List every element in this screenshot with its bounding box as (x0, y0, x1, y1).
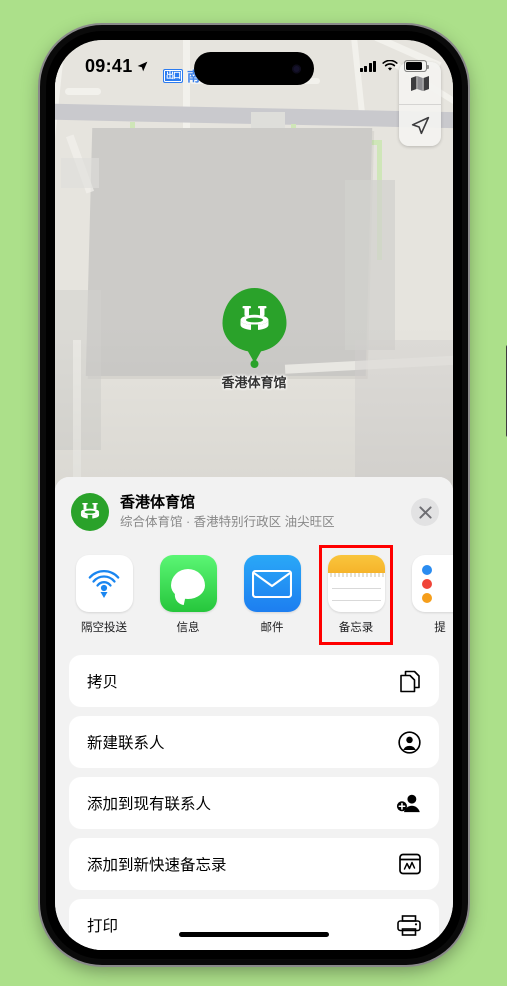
action-group: 添加到现有联系人 (69, 777, 439, 829)
share-target-messages[interactable]: 信息 (157, 551, 219, 639)
phone-frame: 出口 南口 香港体 (40, 25, 507, 965)
share-sheet: 香港体育馆 综合体育馆 · 香港特别行政区 油尖旺区 隔空投送 信息 邮件 备忘… (55, 477, 453, 950)
share-target-label: 信息 (176, 622, 200, 634)
share-target-reminders[interactable]: 提 (409, 551, 453, 639)
dynamic-island (194, 52, 314, 85)
share-target-notes[interactable]: 备忘录 (319, 545, 393, 645)
front-camera-icon (292, 64, 301, 73)
share-sheet-title: 香港体育馆 (120, 494, 196, 511)
battery-icon (404, 60, 429, 72)
notes-icon (327, 555, 385, 612)
home-indicator[interactable] (179, 932, 329, 937)
map-view[interactable]: 出口 南口 香港体 (55, 40, 453, 510)
action-add-quick-note[interactable]: 添加到新快速备忘录 (69, 838, 439, 890)
share-sheet-thumbnail (71, 493, 109, 531)
action-label: 新建联系人 (87, 735, 165, 752)
action-add-existing-contact[interactable]: 添加到现有联系人 (69, 777, 439, 829)
navigation-arrow-icon (411, 116, 429, 135)
close-icon (418, 505, 432, 519)
action-group: 打印 (69, 899, 439, 950)
share-target-airdrop[interactable]: 隔空投送 (73, 551, 135, 639)
poi-label: 香港体育馆 (221, 375, 287, 390)
person-circle-icon (398, 730, 421, 754)
share-targets-row[interactable]: 隔空投送 信息 邮件 备忘录 提 (55, 545, 453, 647)
action-new-contact[interactable]: 新建联系人 (69, 716, 439, 768)
action-label: 添加到新快速备忘录 (87, 857, 227, 874)
phone-screen: 出口 南口 香港体 (55, 40, 453, 950)
status-bar-indicators (359, 60, 429, 72)
location-arrow-icon (137, 61, 147, 71)
stadium-icon (239, 306, 268, 331)
status-bar-time-group: 09:41 (85, 56, 149, 77)
share-sheet-subtitle: 综合体育馆 · 香港特别行政区 油尖旺区 (120, 514, 335, 529)
map-poi-marker[interactable]: 香港体育馆 (221, 288, 287, 391)
action-group: 新建联系人 (69, 716, 439, 768)
airdrop-icon (75, 555, 133, 612)
action-print[interactable]: 打印 (69, 899, 439, 950)
copy-icon (400, 670, 421, 693)
person-add-icon (396, 792, 421, 814)
printer-icon (397, 914, 421, 936)
action-group: 添加到新快速备忘录 (69, 838, 439, 890)
status-bar-time: 09:41 (85, 55, 133, 76)
mail-icon (243, 555, 301, 612)
share-sheet-titles: 香港体育馆 综合体育馆 · 香港特别行政区 油尖旺区 (120, 494, 400, 530)
messages-icon (159, 555, 217, 612)
share-target-label: 邮件 (260, 622, 284, 634)
action-label: 添加到现有联系人 (87, 796, 212, 813)
action-label: 拷贝 (87, 674, 119, 691)
close-button[interactable] (411, 498, 439, 526)
action-label: 打印 (87, 918, 119, 935)
share-target-label: 隔空投送 (81, 622, 127, 634)
action-copy[interactable]: 拷贝 (69, 655, 439, 707)
map-shading (55, 40, 453, 510)
poi-pin[interactable] (221, 288, 286, 352)
action-group: 拷贝 (69, 655, 439, 707)
share-target-mail[interactable]: 邮件 (241, 551, 303, 639)
stadium-icon (80, 502, 100, 519)
share-sheet-header: 香港体育馆 综合体育馆 · 香港特别行政区 油尖旺区 (55, 477, 453, 545)
wifi-icon (382, 60, 398, 71)
signal-bars-icon (359, 60, 376, 72)
share-sheet-actions: 拷贝 新建联系人 添加到现有联系人 添加到新快速备忘录 打印 (55, 647, 453, 950)
quick-note-icon (399, 853, 421, 875)
share-target-label: 备忘录 (338, 622, 374, 634)
share-target-label: 提 (434, 622, 446, 634)
locate-me-button[interactable] (399, 104, 441, 146)
reminders-icon (411, 555, 453, 612)
